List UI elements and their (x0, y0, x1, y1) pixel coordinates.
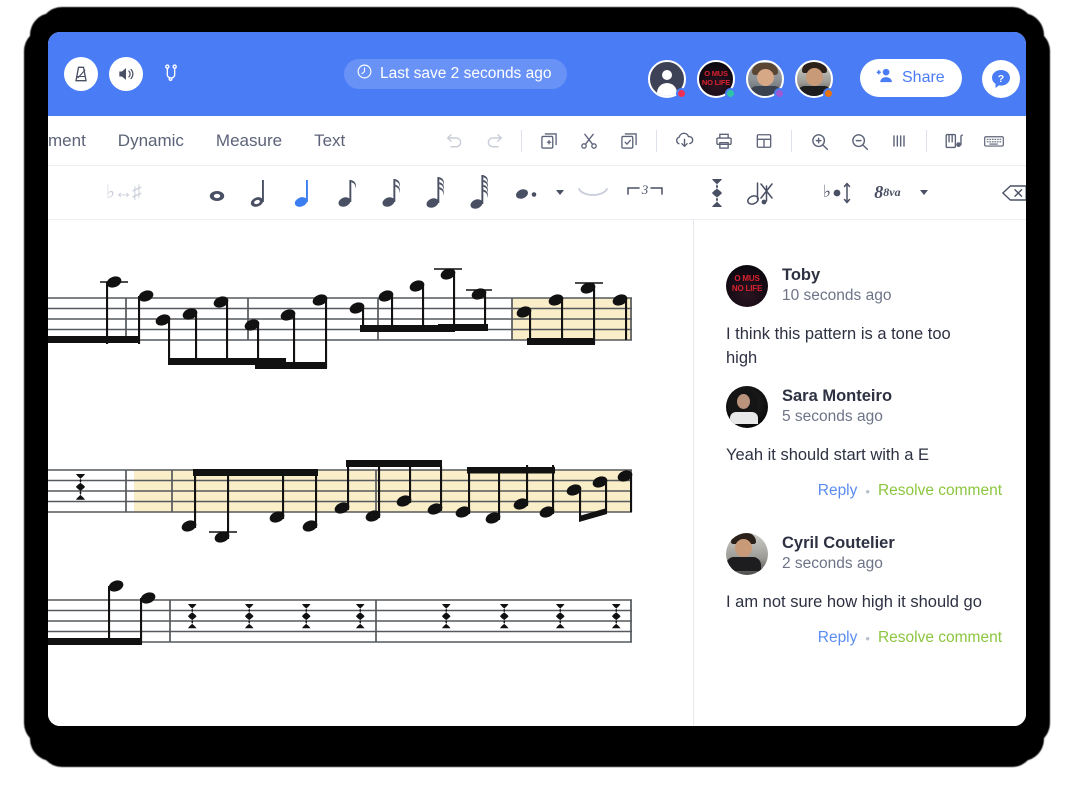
last-save-text: Last save 2 seconds ago (380, 65, 552, 82)
clock-icon (356, 63, 373, 85)
rest-button[interactable] (697, 177, 737, 209)
last-save-status: Last save 2 seconds ago (344, 59, 568, 89)
screenshot-root: Last save 2 seconds ago O MUS NO LIFE Sh… (0, 0, 1074, 786)
octave-dropdown[interactable] (911, 190, 933, 195)
dotted-note-dropdown[interactable] (547, 190, 569, 195)
zoom-in-icon[interactable] (799, 121, 839, 161)
tie-button[interactable] (569, 186, 617, 200)
comment-timestamp: 5 seconds ago (782, 408, 883, 426)
svg-text:3: 3 (641, 183, 649, 197)
avatar[interactable] (746, 60, 785, 99)
thirtysecond-note-button[interactable] (415, 175, 459, 211)
instrument-icon[interactable] (934, 121, 974, 161)
comment-text: I am not sure how high it should go (726, 593, 982, 612)
share-button[interactable]: Share (860, 59, 962, 97)
comment-text: Yeah it should start with a E (726, 446, 930, 465)
quarter-rest (76, 474, 85, 500)
share-label: Share (902, 69, 945, 86)
dotted-note-button[interactable] (509, 185, 547, 201)
action-separator: • (865, 630, 870, 646)
comment-header: Sara Monteiro 5 seconds ago (726, 385, 1002, 428)
status-dot (676, 88, 687, 99)
midi-device-icon[interactable] (156, 59, 186, 89)
print-icon[interactable] (704, 121, 744, 161)
bars-icon[interactable] (879, 121, 919, 161)
cut-icon[interactable] (569, 121, 609, 161)
menu-measure[interactable]: Measure (216, 131, 282, 151)
comment-item: Sara Monteiro 5 seconds ago Yeah it shou… (726, 385, 1002, 500)
quarter-rest-group (188, 604, 365, 629)
layout-icon[interactable] (744, 121, 784, 161)
app-header-bar: Last save 2 seconds ago O MUS NO LIFE Sh… (48, 32, 1026, 116)
comment-actions: Reply • Resolve comment (726, 482, 1002, 500)
delete-note-button[interactable] (737, 178, 789, 208)
status-dot (823, 88, 834, 99)
menu-bar: ment Dynamic Measure Text (48, 116, 1026, 166)
avatar[interactable]: O MUS NO LIFE (697, 60, 736, 99)
sixtyfourth-note-button[interactable] (459, 174, 503, 212)
keyboard-icon[interactable] (974, 121, 1014, 161)
avatar: O MUS NO LIFE (726, 264, 768, 307)
quarter-rest-group (442, 604, 621, 629)
menu-text[interactable]: Text (314, 131, 345, 151)
menu-dynamic[interactable]: Dynamic (118, 131, 184, 151)
metronome-icon[interactable] (64, 57, 98, 91)
comment-author: Toby (782, 266, 821, 284)
reply-link[interactable]: Reply (818, 629, 858, 647)
menu-ornament[interactable]: ment (48, 131, 86, 151)
avatar (726, 532, 768, 575)
whole-note-button[interactable] (195, 178, 239, 208)
avatar[interactable] (648, 60, 687, 99)
accidental-toggle-icon[interactable]: ♭↔♯ (106, 181, 141, 204)
divider (521, 130, 522, 152)
tuplet-button[interactable]: 3 (617, 183, 673, 203)
help-question-icon[interactable]: ? (982, 60, 1020, 98)
avatar[interactable] (795, 60, 834, 99)
note-toolbar: ♭↔♯ 3 ♭ 8 8va (48, 166, 1026, 220)
transpose-button[interactable]: ♭ (811, 180, 863, 206)
collaborator-avatars: O MUS NO LIFE (648, 60, 834, 99)
comment-header: Cyril Coutelier 2 seconds ago (726, 532, 1002, 575)
speaker-icon[interactable] (109, 57, 143, 91)
divider (791, 130, 792, 152)
action-separator: • (865, 483, 870, 499)
score-canvas[interactable] (48, 220, 693, 726)
comment-item: Cyril Coutelier 2 seconds ago I am not s… (726, 532, 1002, 647)
svg-text:♭: ♭ (823, 182, 831, 201)
redo-icon[interactable] (474, 121, 514, 161)
resolve-comment-link[interactable]: Resolve comment (878, 482, 1002, 500)
comment-text: I think this pattern is a tone too high (726, 325, 951, 368)
undo-icon[interactable] (434, 121, 474, 161)
avatar (726, 385, 768, 428)
download-icon[interactable] (664, 121, 704, 161)
divider (656, 130, 657, 152)
octave-button[interactable]: 8 8va (863, 182, 911, 203)
menu-toolbar (434, 116, 1014, 166)
quarter-note-button[interactable] (283, 176, 327, 210)
svg-text:?: ? (998, 73, 1004, 85)
status-dot (774, 88, 785, 99)
status-dot (725, 88, 736, 99)
comment-author: Cyril Coutelier (782, 534, 895, 553)
copy-icon[interactable] (609, 121, 649, 161)
app-window: Last save 2 seconds ago O MUS NO LIFE Sh… (48, 32, 1026, 726)
comment-actions: Reply • Resolve comment (726, 629, 1002, 647)
sixteenth-note-button[interactable] (371, 176, 415, 210)
zoom-out-icon[interactable] (839, 121, 879, 161)
music-notation (48, 268, 633, 645)
comment-timestamp: 2 seconds ago (782, 555, 883, 573)
comments-panel: O MUS NO LIFE Toby 10 seconds ago I think… (694, 220, 1026, 726)
reply-link[interactable]: Reply (818, 482, 858, 500)
comment-timestamp: 10 seconds ago (782, 287, 892, 305)
comment-header: O MUS NO LIFE Toby 10 seconds ago (726, 264, 1002, 307)
eighth-note-button[interactable] (327, 176, 371, 210)
divider (926, 130, 927, 152)
comment-item: O MUS NO LIFE Toby 10 seconds ago I think… (726, 264, 1002, 371)
resolve-comment-link[interactable]: Resolve comment (878, 629, 1002, 647)
half-note-button[interactable] (239, 176, 283, 210)
add-person-icon (874, 67, 894, 89)
add-measure-icon[interactable] (529, 121, 569, 161)
backspace-button[interactable] (993, 182, 1026, 204)
comment-author: Sara Monteiro (782, 387, 893, 406)
